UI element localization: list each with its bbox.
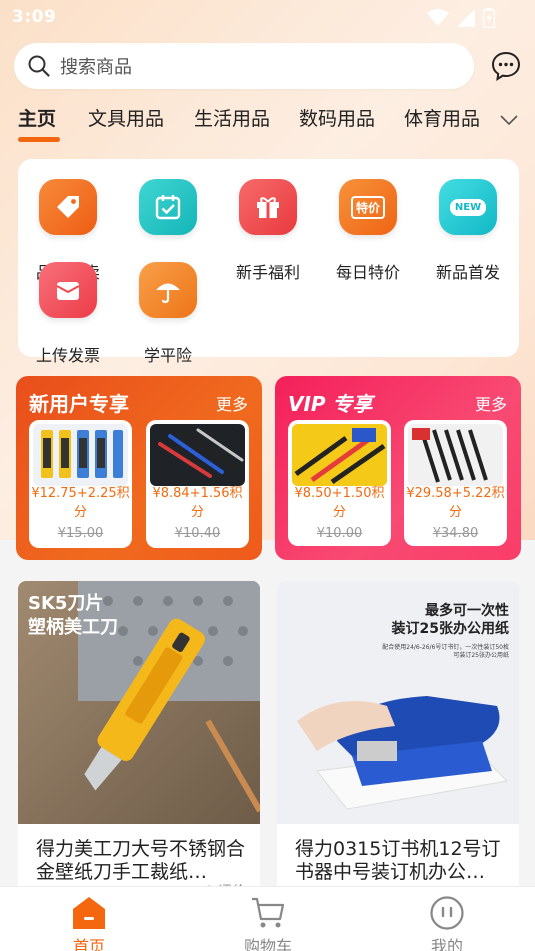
chevron-down-icon[interactable] (499, 110, 519, 130)
image-caption-line: 装订25张办公用纸 (391, 620, 509, 637)
tag-icon (39, 179, 97, 235)
product-feed-card[interactable]: 最多可一次性 装订25张办公用纸 配合使用24/6-26/6号订书钉，一次性装订… (277, 581, 519, 901)
product-image-pencils (292, 424, 387, 486)
vip-promo[interactable]: VIP 专享 更多 ¥8.50+1.50积分 ¥10.00 ¥29.58+5.2… (275, 376, 521, 560)
calendar-check-icon (139, 179, 197, 235)
quick-link-checkin[interactable]: 签到 (118, 179, 218, 282)
product-original-price: ¥10.00 (316, 526, 363, 541)
battery-icon (483, 8, 495, 28)
home-icon (73, 897, 105, 929)
promo-product-card[interactable]: ¥12.75+2.25积分 ¥15.00 (29, 420, 132, 548)
image-caption-line: 塑柄美工刀 (28, 616, 118, 638)
promo-product-card[interactable]: ¥29.58+5.22积分 ¥34.80 (404, 420, 507, 546)
tabbar-cart[interactable]: 购物车 (208, 887, 328, 951)
product-title: 得力美工刀大号不锈钢合金壁纸刀手工裁纸… (36, 838, 246, 883)
tab-home[interactable]: 主页 (18, 104, 56, 131)
product-original-price: ¥15.00 (57, 526, 104, 541)
product-feed-card[interactable]: SK5刀片 塑柄美工刀 得力美工刀大号不锈钢合金壁纸刀手工裁纸… 0 评价 (18, 581, 260, 901)
tab-daily-goods[interactable]: 生活用品 (194, 104, 270, 131)
product-price: ¥12.75+2.25积分 (31, 486, 130, 520)
new-badge-icon-text: NEW (449, 198, 487, 216)
tab-stationery[interactable]: 文具用品 (88, 104, 164, 131)
status-bar: 3:09 (0, 0, 535, 36)
search-icon (28, 55, 50, 77)
tab-sports[interactable]: 体育用品 (404, 104, 480, 131)
quick-link-new-arrivals[interactable]: NEW 新品首发 (418, 179, 518, 282)
new-badge-icon: NEW (439, 179, 497, 235)
message-icon[interactable] (490, 50, 522, 82)
tabbar-label: 我的 (430, 937, 463, 951)
quick-link-label: 上传发票 (35, 346, 100, 365)
promo-title: 新用户专享 (29, 392, 129, 416)
product-price: ¥8.50+1.50积分 (294, 486, 385, 520)
invoice-icon (39, 262, 97, 318)
promo-product-card[interactable]: ¥8.50+1.50积分 ¥10.00 (288, 420, 391, 546)
product-original-price: ¥10.40 (174, 526, 221, 541)
category-tabs: 主页 文具用品 生活用品 数码用品 体育用品 (0, 100, 535, 150)
status-icons (427, 8, 495, 28)
image-subcaption-line: 可装订25张办公用纸 (453, 651, 509, 659)
product-image-gel-pens (408, 424, 503, 486)
product-image-cutters (33, 424, 128, 486)
tab-digital[interactable]: 数码用品 (299, 104, 375, 131)
quick-link-label: 新手福利 (235, 263, 300, 282)
cart-icon (252, 897, 285, 928)
product-title: 得力0315订书机12号订书器中号装订机办公… (295, 838, 501, 883)
tabbar-profile[interactable]: 我的 (387, 887, 507, 951)
image-subcaption-line: 配合使用24/6-26/6号订书钉，一次性装订50枚 (382, 643, 509, 651)
quick-link-label: 每日特价 (335, 263, 400, 282)
quick-link-upload-invoice[interactable]: 上传发票 (18, 262, 118, 365)
gift-icon (239, 179, 297, 235)
profile-icon (430, 896, 464, 930)
promo-more-link[interactable]: 更多 (475, 391, 507, 415)
product-image-stapler: 最多可一次性 装订25张办公用纸 配合使用24/6-26/6号订书钉，一次性装订… (277, 581, 519, 824)
tabbar-home[interactable]: 首页 (29, 887, 149, 951)
search-input[interactable]: 搜索商品 (14, 43, 474, 89)
special-price-icon-text: 特价 (350, 195, 385, 219)
tabbar-label: 首页 (72, 937, 105, 951)
search-row: 搜索商品 (14, 43, 522, 89)
quick-links-card: 品牌特卖 签到 新手福利 特价 每日特价 NEW 新品首发 上传发票 学平险 (18, 159, 519, 365)
quick-link-brand-sale[interactable]: 品牌特卖 (18, 179, 118, 282)
umbrella-icon (139, 262, 197, 318)
bottom-tab-bar: 首页 购物车 我的 (0, 886, 535, 951)
status-time: 3:09 (12, 7, 57, 27)
product-original-price: ¥34.80 (432, 526, 479, 541)
promo-title: VIP 专享 (288, 392, 373, 416)
quick-link-daily-special[interactable]: 特价 每日特价 (318, 179, 418, 282)
promo-product-card[interactable]: ¥8.84+1.56积分 ¥10.40 (146, 420, 249, 548)
image-caption-line: 最多可一次性 (425, 602, 509, 619)
search-placeholder: 搜索商品 (60, 57, 132, 78)
product-price: ¥8.84+1.56积分 (152, 486, 243, 520)
product-image-utility-knife: SK5刀片 塑柄美工刀 (18, 581, 260, 824)
quick-link-newbie-benefits[interactable]: 新手福利 (218, 179, 318, 282)
active-tab-indicator (18, 137, 60, 142)
product-image-pens (150, 424, 245, 486)
image-caption-line: SK5刀片 (28, 592, 103, 614)
special-price-icon: 特价 (339, 179, 397, 235)
signal-icon (457, 9, 475, 27)
new-user-promo[interactable]: 新用户专享 更多 ¥12.75+2.25积分 ¥15.00 ¥8.84+1.56… (16, 376, 262, 560)
tabbar-label: 购物车 (243, 937, 292, 951)
quick-link-student-insurance[interactable]: 学平险 (118, 262, 218, 365)
product-price: ¥29.58+5.22积分 (406, 486, 505, 520)
quick-link-label: 新品首发 (435, 263, 500, 282)
wifi-icon (427, 9, 449, 26)
quick-link-label: 学平险 (143, 346, 192, 365)
promo-more-link[interactable]: 更多 (216, 391, 248, 415)
